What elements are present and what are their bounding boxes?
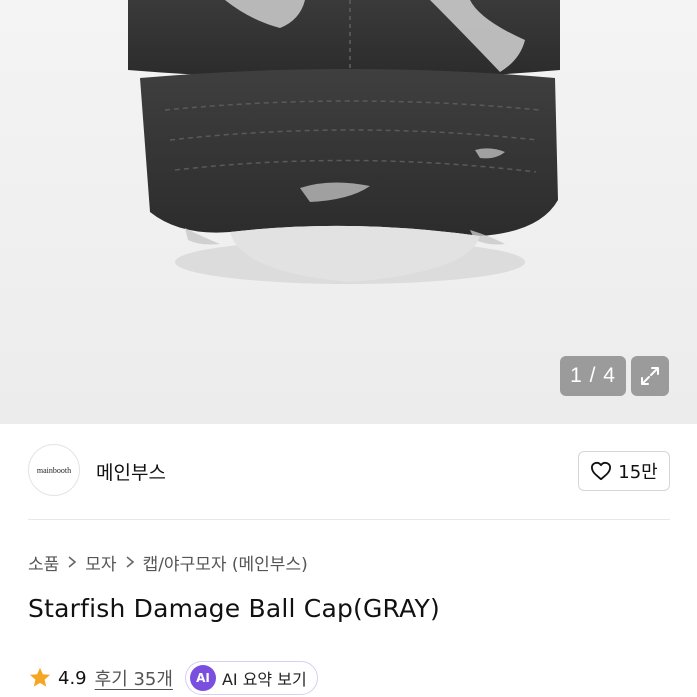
star-icon [30,667,50,687]
image-counter: 1 / 4 [560,356,626,396]
seller-name[interactable]: 메인부스 [96,458,166,485]
chevron-right-icon [125,555,135,569]
chevron-right-icon [67,555,77,569]
reviews-link[interactable]: 후기 35개 [95,665,173,691]
ai-badge-icon: AI [189,665,216,691]
seller-logo-text: mainbooth [36,465,72,475]
like-button[interactable]: 15만 [578,451,670,491]
breadcrumb: 소품 모자 캡/야구모자 (메인부스) [28,550,308,575]
product-image-gallery[interactable]: 1 / 4 [0,0,697,424]
rating-row: 4.9 후기 35개 AI AI 요약 보기 [28,660,318,696]
breadcrumb-item-caps[interactable]: 캡/야구모자 (메인부스) [143,550,308,575]
product-title: Starfish Damage Ball Cap(GRAY) [28,594,440,623]
breadcrumb-item-hats[interactable]: 모자 [85,550,116,575]
heart-icon [591,461,612,481]
ai-summary-label: AI 요약 보기 [221,670,307,689]
seller-row: mainbooth 메인부스 15만 [28,444,670,498]
divider [28,519,670,520]
expand-button[interactable] [631,356,669,396]
seller-logo[interactable]: mainbooth [28,444,80,496]
expand-icon [641,367,659,385]
ai-summary-button[interactable]: AI AI 요약 보기 [184,661,318,695]
like-count: 15만 [618,462,658,483]
breadcrumb-item-accessories[interactable]: 소품 [28,550,59,575]
rating-value: 4.9 [58,667,87,689]
